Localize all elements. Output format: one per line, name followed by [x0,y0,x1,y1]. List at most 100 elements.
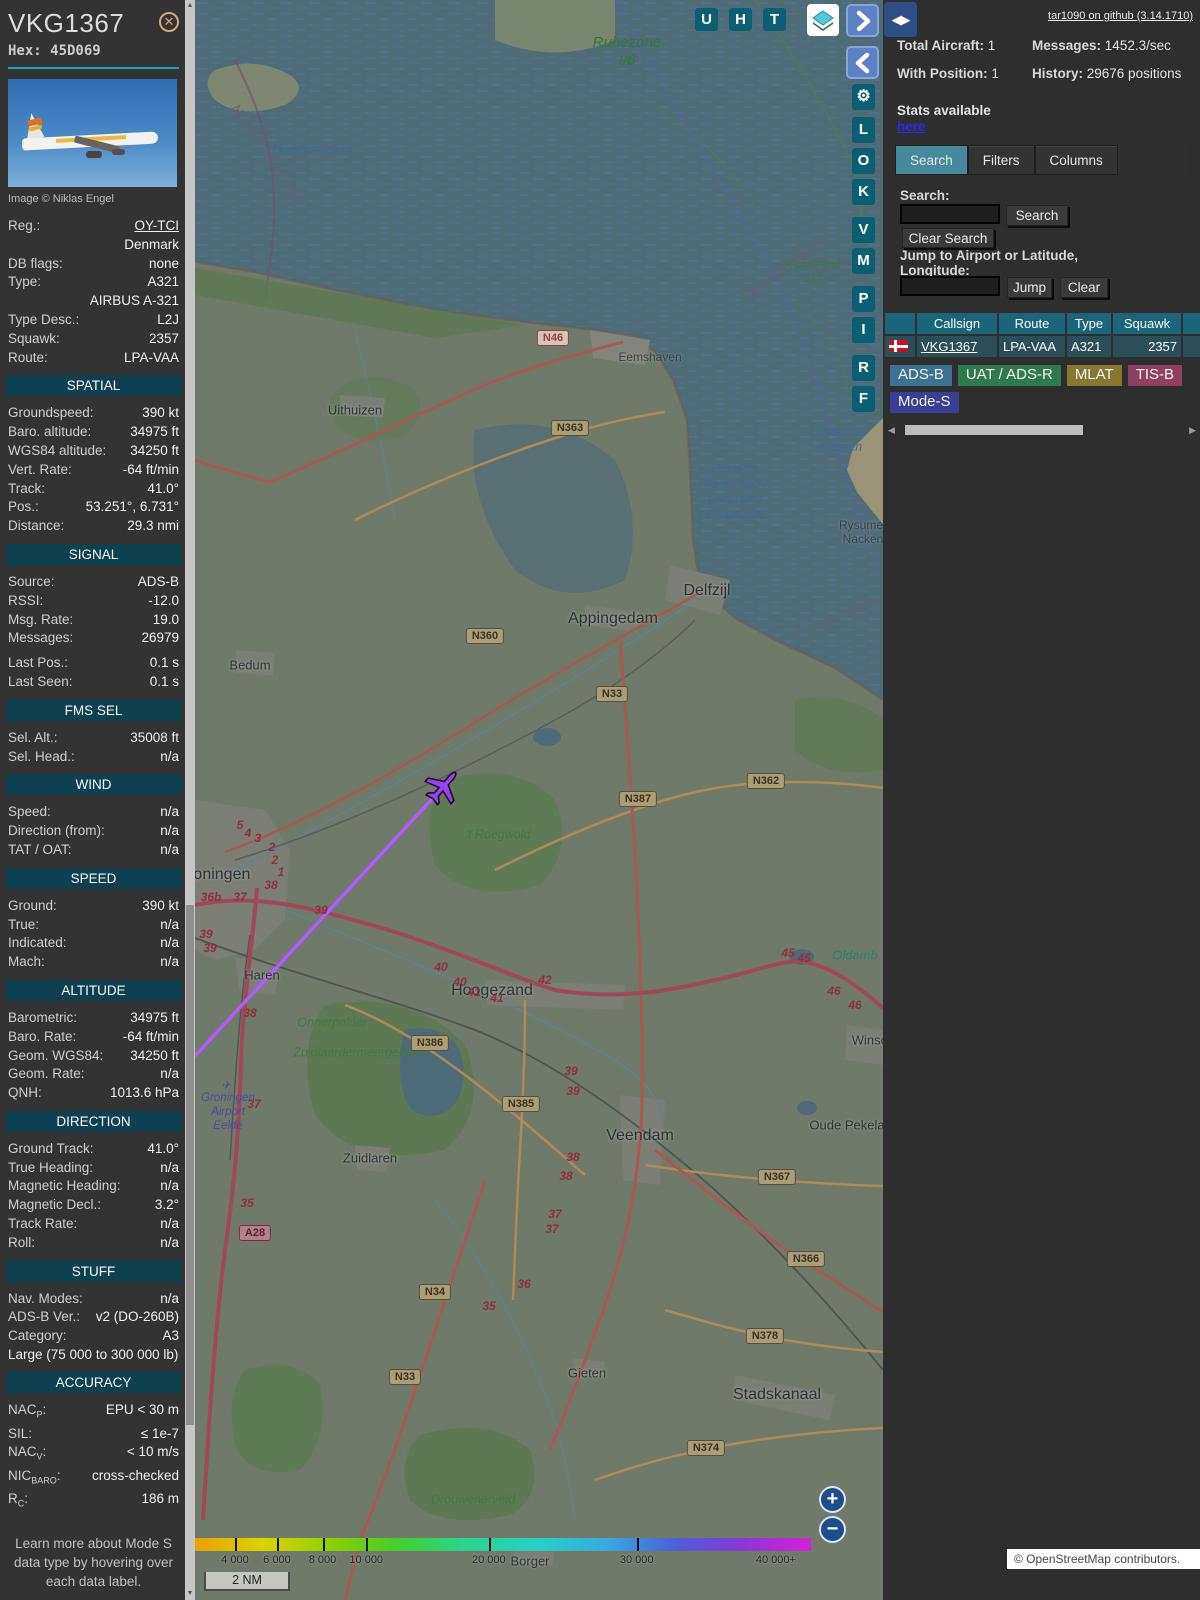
data-row: Category: A3 [8,1327,179,1346]
callsign-cell[interactable]: VKG1367 [917,336,997,357]
map-button-l[interactable]: L [852,117,875,143]
tab-search[interactable]: Search [895,145,968,175]
data-row: Pos.: 53.251°, 6.731° [8,498,179,517]
data-row: DB flags: none [8,255,179,274]
layer-switcher-button[interactable] [807,4,839,36]
map-button-f[interactable]: F [852,386,875,412]
aircraft-photo[interactable] [8,79,177,187]
callsign-link[interactable]: VKG1367 [921,339,977,354]
filter-adsb[interactable]: ADS-B [890,365,952,386]
exit-number: 35 [482,1299,496,1313]
data-label [8,292,12,311]
map-button-v[interactable]: V [852,217,875,243]
search-button[interactable]: Search [1006,205,1068,226]
exit-number: 45 [781,946,795,960]
map-button-m[interactable]: M [852,248,875,274]
data-label: Magnetic Decl.: [8,1197,102,1213]
denmark-flag-icon [889,340,908,352]
table-row[interactable]: VKG1367 LPA-VAAA321235734975 [885,336,1200,357]
data-row: Last Seen: 0.1 s [8,673,179,692]
map-button-u[interactable]: U [695,8,718,31]
data-value: LPA-VAA [123,349,179,365]
column-header[interactable]: Type [1067,313,1111,334]
data-value: 34250 ft [130,442,179,458]
sidebar-expand-button[interactable] [846,4,879,37]
data-value: n/a [160,916,179,932]
stats-here-link[interactable]: here [897,119,926,134]
map-button-t[interactable]: T [763,8,786,31]
exit-number: 35 [240,1196,254,1210]
road-shield: N387 [618,791,658,807]
exit-number: 39 [314,903,328,917]
exit-number: 46 [848,998,862,1012]
sidebar: ◀▶ tar1090 on github (3.14.1710) Total A… [883,0,1200,1600]
left-panel-scrollbar[interactable]: ▲ ▼ [185,0,195,1600]
data-value: n/a [160,1290,179,1306]
map-button-o[interactable]: O [852,148,875,174]
filter-uatadsr[interactable]: UAT / ADS-R [957,365,1061,386]
legend-tick-label: 10 000 [349,1554,384,1566]
clear-search-button[interactable]: Clear Search [902,228,994,248]
data-value: 390 kt [142,897,179,913]
map-button-p[interactable]: P [852,286,875,312]
data-row: TAT / OAT: n/a [8,841,179,860]
column-header[interactable]: Alt. (ft) [1183,313,1200,334]
data-label: Speed: [8,804,51,820]
filter-tisb[interactable]: TIS-B [1127,365,1183,386]
column-header[interactable]: Squawk [1113,313,1181,334]
exit-number: 36b [200,890,222,904]
road-shield: N378 [745,1328,785,1344]
scrollbar-thumb[interactable] [186,905,194,1425]
flag-cell [885,336,915,357]
data-row: AIRBUS A-321 [8,292,179,311]
column-header[interactable]: Callsign [917,313,997,334]
exit-number: 39 [203,941,217,955]
data-label: Magnetic Heading: [8,1178,121,1194]
section-header-spatial: SPATIAL [6,375,181,397]
column-header[interactable] [885,313,915,334]
map-button-h[interactable]: H [729,8,752,31]
scroll-left-icon[interactable]: ◀ [888,425,895,436]
data-row: Magnetic Heading: n/a [8,1177,179,1196]
data-value: n/a [160,1216,179,1232]
data-label: Last Pos.: [8,655,69,671]
stat-item: Messages: 1452.3/sec [1032,38,1171,53]
scroll-right-icon[interactable]: ▶ [1189,425,1196,436]
hscroll-thumb[interactable] [905,425,1083,435]
search-input[interactable] [900,204,1000,224]
jump-button[interactable]: Jump [1007,277,1052,298]
sidebar-collapse-button[interactable] [846,46,879,79]
data-value[interactable]: OY-TCI [134,217,179,236]
zoom-out-button[interactable]: − [819,1516,846,1543]
map[interactable]: Ruhezone I/6 Ruhezone 1/2 Horsbornzand Nied… [195,0,883,1600]
tab-columns[interactable]: Columns [1034,145,1118,175]
chevron-right-icon [856,10,870,32]
data-value: v2 (DO-260B) [95,1309,179,1325]
table-horizontal-scrollbar[interactable]: ◀ ▶ [883,423,1200,437]
sidebar-width-toggle[interactable]: ◀▶ [884,2,917,37]
data-row: RSSI: -12.0 [8,592,179,611]
tab-filters[interactable]: Filters [967,145,1035,175]
data-value: n/a [160,1159,179,1175]
scroll-down-icon[interactable]: ▼ [185,1588,195,1600]
jump-input[interactable] [900,276,1000,296]
scroll-up-icon[interactable]: ▲ [185,0,195,12]
data-label: Messages: [8,630,74,646]
jump-clear-button[interactable]: Clear [1060,277,1108,298]
data-label: TAT / OAT: [8,841,72,857]
legend-tick [276,1538,279,1551]
map-button-i[interactable]: I [852,317,875,343]
github-link[interactable]: tar1090 on github (3.14.1710) [1048,10,1193,22]
map-button-r[interactable]: R [852,355,875,381]
zoom-in-button[interactable]: + [819,1486,846,1513]
legend-tick [636,1538,639,1551]
filter-mlat[interactable]: MLAT [1066,365,1122,386]
close-icon[interactable]: ✕ [159,12,179,32]
map-button-k[interactable]: K [852,179,875,205]
section-header-stuff: STUFF [6,1260,181,1282]
osm-attribution[interactable]: © OpenStreetMap contributors. [1007,1549,1200,1569]
filter-modes[interactable]: Mode-S [890,392,959,413]
settings-button[interactable]: ⚙ [852,84,875,110]
data-value: n/a [160,841,179,857]
column-header[interactable]: Route [999,313,1065,334]
